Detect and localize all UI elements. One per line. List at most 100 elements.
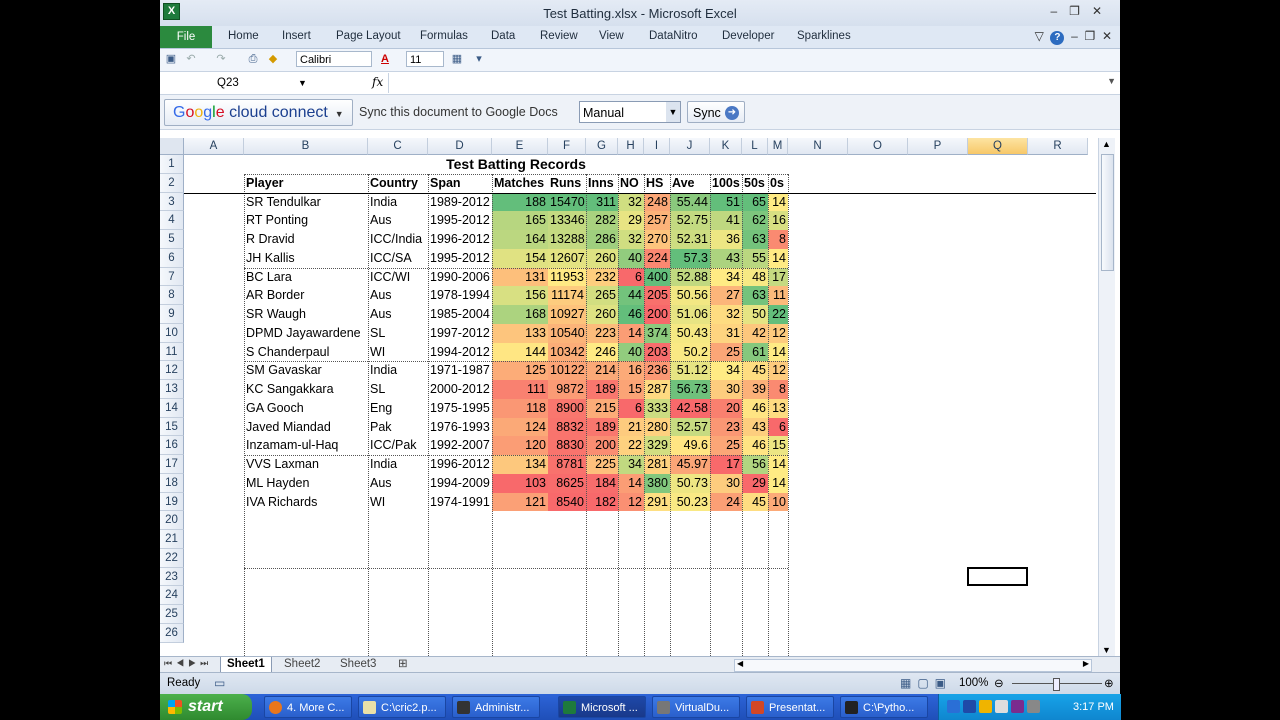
- table-cell[interactable]: 8625: [548, 473, 586, 493]
- table-cell[interactable]: 1996-2012: [428, 455, 492, 474]
- row-header[interactable]: 6: [160, 248, 184, 268]
- table-cell[interactable]: 49.6: [670, 436, 710, 455]
- table-cell[interactable]: 124: [492, 417, 548, 437]
- table-cell[interactable]: 225: [586, 455, 618, 474]
- font-color-icon[interactable]: A: [378, 53, 392, 66]
- insert-function-icon[interactable]: fx: [372, 75, 383, 89]
- table-cell[interactable]: 43: [742, 417, 768, 437]
- table-cell[interactable]: ICC/India: [368, 230, 428, 249]
- zoom-out-icon[interactable]: ⊖: [994, 676, 1004, 690]
- table-header-cell[interactable]: Inns: [586, 174, 618, 193]
- column-header[interactable]: A: [184, 138, 244, 155]
- column-header[interactable]: Q: [968, 138, 1028, 155]
- table-cell[interactable]: 45.97: [670, 455, 710, 474]
- tab-page-layout[interactable]: Page Layout: [336, 30, 401, 42]
- help-icon[interactable]: ?: [1050, 31, 1065, 45]
- table-cell[interactable]: Aus: [368, 474, 428, 493]
- table-cell[interactable]: 40: [618, 342, 644, 362]
- column-header[interactable]: L: [742, 138, 768, 155]
- table-cell[interactable]: 23: [710, 417, 742, 437]
- sheet-nav-icon[interactable]: ⏮◀▶⏭: [164, 658, 212, 669]
- table-cell[interactable]: 25: [710, 342, 742, 362]
- formula-input[interactable]: [388, 73, 1111, 93]
- tab-insert[interactable]: Insert: [282, 30, 311, 42]
- table-cell[interactable]: 260: [586, 305, 618, 324]
- table-cell[interactable]: 30: [710, 473, 742, 493]
- table-cell[interactable]: 118: [492, 398, 548, 418]
- table-cell[interactable]: 1995-2012: [428, 211, 492, 230]
- table-cell[interactable]: 154: [492, 248, 548, 268]
- column-header[interactable]: G: [586, 138, 618, 155]
- table-cell[interactable]: 52.31: [670, 230, 710, 249]
- table-cell[interactable]: GA Gooch: [244, 399, 368, 418]
- table-cell[interactable]: 41: [710, 211, 742, 230]
- row-header[interactable]: 10: [160, 323, 184, 343]
- restore-icon[interactable]: ❐: [1069, 4, 1092, 18]
- table-cell[interactable]: 15: [618, 380, 644, 399]
- scroll-right-icon[interactable]: ▶: [1083, 659, 1089, 668]
- sheet-title[interactable]: Test Batting Records: [244, 155, 788, 174]
- table-cell[interactable]: 20: [710, 398, 742, 418]
- table-cell[interactable]: 34: [710, 267, 742, 287]
- close-icon[interactable]: ✕: [1092, 4, 1114, 18]
- table-cell[interactable]: Inzamam-ul-Haq: [244, 436, 368, 455]
- table-cell[interactable]: 287: [644, 380, 670, 399]
- table-cell[interactable]: 16: [768, 211, 788, 230]
- table-header-cell[interactable]: Player: [244, 174, 368, 193]
- table-cell[interactable]: 65: [742, 192, 768, 212]
- table-header-cell[interactable]: Country: [368, 174, 428, 193]
- table-cell[interactable]: 16: [618, 361, 644, 380]
- table-cell[interactable]: 50.73: [670, 473, 710, 493]
- table-cell[interactable]: 24: [710, 492, 742, 512]
- table-cell[interactable]: 215: [586, 398, 618, 418]
- table-cell[interactable]: 14: [768, 342, 788, 362]
- table-cell[interactable]: 56.73: [670, 380, 710, 399]
- table-cell[interactable]: Aus: [368, 286, 428, 305]
- table-cell[interactable]: 9872: [548, 380, 586, 399]
- table-cell[interactable]: 133: [492, 323, 548, 343]
- taskbar-item-notepad[interactable]: C:\cric2.p...: [358, 696, 446, 718]
- scroll-up-icon[interactable]: ▲: [1102, 139, 1111, 149]
- table-cell[interactable]: 12: [618, 492, 644, 512]
- column-header[interactable]: B: [244, 138, 368, 155]
- table-cell[interactable]: 8781: [548, 455, 586, 474]
- name-box-dropdown-icon[interactable]: ▼: [298, 73, 307, 93]
- row-header[interactable]: 21: [160, 530, 184, 549]
- table-cell[interactable]: 29: [618, 211, 644, 230]
- tray-network-icon[interactable]: [963, 700, 976, 713]
- table-header-cell[interactable]: HS: [644, 174, 670, 193]
- table-cell[interactable]: 374: [644, 323, 670, 343]
- table-cell[interactable]: 32: [618, 192, 644, 212]
- doc-minimize-icon[interactable]: –: [1071, 29, 1078, 43]
- tray-back-icon[interactable]: [947, 700, 960, 713]
- select-all-corner[interactable]: [160, 138, 184, 155]
- table-cell[interactable]: Eng: [368, 399, 428, 418]
- row-header[interactable]: 22: [160, 548, 184, 568]
- tab-data[interactable]: Data: [491, 30, 515, 42]
- table-cell[interactable]: 11: [768, 286, 788, 305]
- table-cell[interactable]: 14: [618, 323, 644, 343]
- row-header[interactable]: 3: [160, 192, 184, 212]
- insert-sheet-icon[interactable]: ⊞: [392, 657, 414, 672]
- table-cell[interactable]: 280: [644, 417, 670, 437]
- table-cell[interactable]: 17: [768, 267, 788, 287]
- customize-qat-icon[interactable]: ▾: [472, 53, 486, 66]
- table-cell[interactable]: ICC/Pak: [368, 436, 428, 455]
- table-cell[interactable]: 11174: [548, 286, 586, 305]
- taskbar-item-admin[interactable]: Administr...: [452, 696, 540, 718]
- table-cell[interactable]: 248: [644, 192, 670, 212]
- tab-home[interactable]: Home: [228, 30, 259, 42]
- zoom-slider-thumb[interactable]: [1053, 678, 1060, 691]
- table-cell[interactable]: 56: [742, 455, 768, 474]
- table-cell[interactable]: 286: [586, 230, 618, 249]
- table-cell[interactable]: 8900: [548, 398, 586, 418]
- table-cell[interactable]: 164: [492, 230, 548, 249]
- name-box[interactable]: Q23 ▼: [160, 73, 310, 93]
- table-cell[interactable]: DPMD Jayawardene: [244, 324, 368, 343]
- table-cell[interactable]: 22: [618, 436, 644, 455]
- table-cell[interactable]: WI: [368, 343, 428, 362]
- table-cell[interactable]: 10122: [548, 361, 586, 380]
- table-cell[interactable]: 205: [644, 286, 670, 305]
- table-cell[interactable]: 34: [618, 455, 644, 474]
- table-cell[interactable]: 1978-1994: [428, 286, 492, 305]
